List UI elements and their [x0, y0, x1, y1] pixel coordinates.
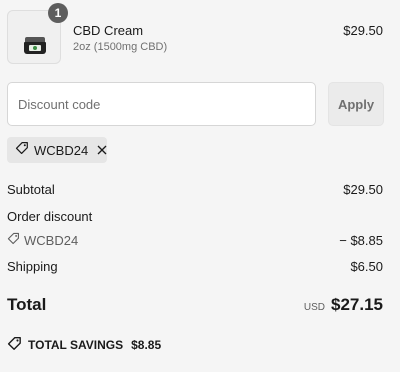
currency-code: USD: [303, 302, 325, 313]
shipping-label: Shipping: [7, 259, 58, 274]
discount-code-label: WCBD24: [24, 232, 79, 248]
subtotal-value: $29.50: [343, 182, 383, 197]
total-value: $27.15: [331, 295, 383, 314]
product-name: CBD Cream: [73, 23, 144, 38]
remove-discount-close-icon[interactable]: [97, 143, 107, 157]
apply-button[interactable]: Apply: [328, 82, 384, 126]
product-price: $29.50: [343, 23, 383, 38]
order-discount-row: Order discount: [7, 209, 383, 224]
quantity-badge: 1: [48, 3, 68, 23]
discount-code-input[interactable]: [7, 82, 316, 126]
discount-code-row: WCBD24 − $8.85: [7, 232, 383, 248]
subtotal-label: Subtotal: [7, 182, 55, 197]
shipping-row: Shipping $6.50: [7, 259, 383, 274]
total-row: Total USD $27.15: [7, 295, 383, 315]
total-label: Total: [7, 295, 47, 314]
tag-icon: [15, 141, 29, 160]
tag-icon: [7, 336, 22, 354]
product-variant: 2oz (1500mg CBD): [73, 41, 168, 53]
order-discount-label: Order discount: [7, 209, 93, 224]
applied-code-label: WCBD24: [34, 142, 89, 158]
line-item: 1 CBD Cream 2oz (1500mg CBD) $29.50: [0, 0, 400, 70]
subtotal-row: Subtotal $29.50: [7, 182, 383, 197]
shipping-value: $6.50: [350, 259, 383, 274]
applied-discount-chip: WCBD24: [7, 137, 107, 163]
discount-value: − $8.85: [339, 232, 383, 248]
savings-value: $8.85: [131, 338, 162, 352]
savings-label: TOTAL SAVINGS: [28, 338, 124, 352]
total-savings: TOTAL SAVINGS $8.85: [7, 336, 161, 354]
tag-icon: [7, 232, 20, 248]
leaf-icon: [33, 46, 37, 50]
